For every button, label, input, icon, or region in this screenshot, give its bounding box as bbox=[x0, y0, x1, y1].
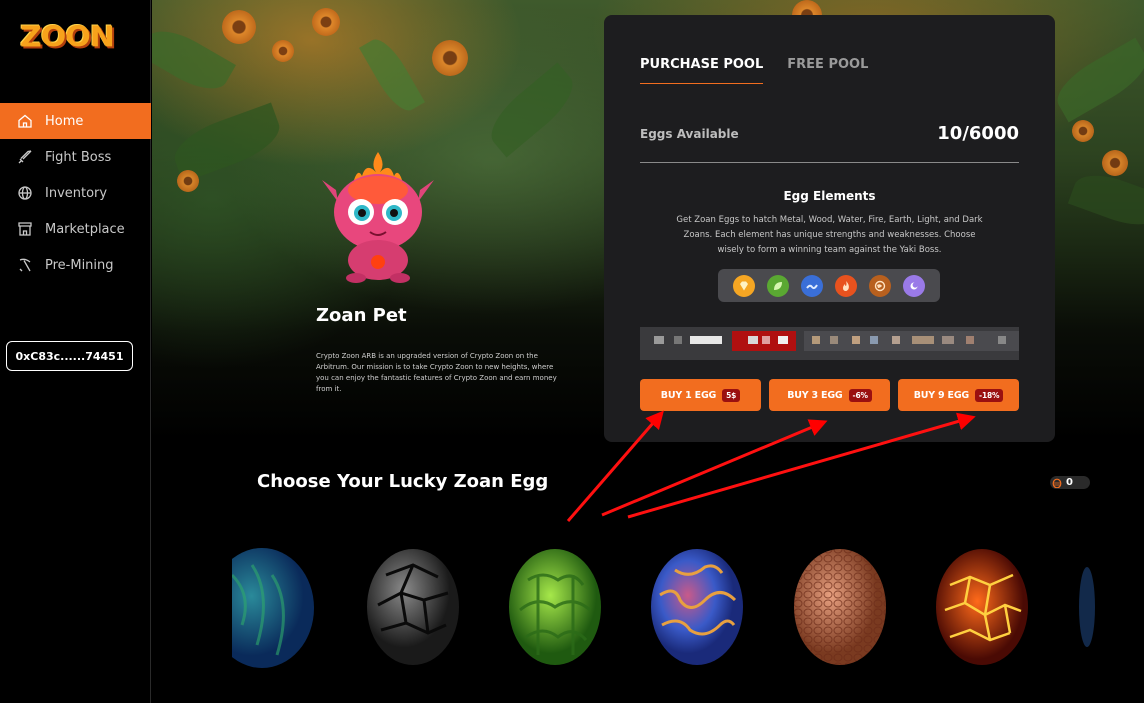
flower-decoration bbox=[432, 40, 468, 76]
water-egg[interactable] bbox=[650, 545, 745, 667]
egg-counter: 0 bbox=[1050, 476, 1090, 489]
sidebar-item-marketplace[interactable]: Marketplace bbox=[0, 211, 151, 247]
partial-egg[interactable] bbox=[1077, 545, 1097, 667]
buy-button-label: BUY 9 EGG bbox=[913, 389, 970, 401]
tab-free-pool[interactable]: FREE POOL bbox=[787, 57, 868, 84]
leaf-decoration bbox=[1048, 37, 1144, 123]
buy-3-egg-button[interactable]: BUY 3 EGG -6% bbox=[769, 379, 890, 411]
buy-button-label: BUY 3 EGG bbox=[787, 389, 843, 401]
wallet-button[interactable]: 0xC83c......74451 bbox=[6, 341, 133, 371]
sidebar-item-label: Fight Boss bbox=[45, 149, 112, 165]
sidebar: ZOON Home Fight Boss Inventory Marketpla… bbox=[0, 0, 151, 703]
flower-decoration bbox=[1102, 150, 1128, 176]
main-content: Zoan Pet Crypto Zoon ARB is an upgraded … bbox=[152, 0, 1144, 703]
egg-count: 0 bbox=[1066, 477, 1073, 488]
flower-decoration bbox=[177, 170, 199, 192]
leaf-icon bbox=[767, 274, 789, 297]
earth-icon bbox=[869, 274, 891, 297]
buy-buttons: BUY 1 EGG 5$ BUY 3 EGG -6% BUY 9 EGG -18… bbox=[640, 379, 1019, 411]
sidebar-item-pre-mining[interactable]: Pre-Mining bbox=[0, 247, 151, 283]
discount-badge: -18% bbox=[975, 388, 1004, 402]
discount-badge: -6% bbox=[848, 388, 872, 402]
eggs-available-value: 10/6000 bbox=[937, 123, 1019, 144]
pool-tabs: PURCHASE POOL FREE POOL bbox=[640, 57, 892, 84]
eggs-available-label: Eggs Available bbox=[640, 127, 739, 141]
home-icon bbox=[17, 113, 33, 129]
zoon-logo[interactable]: ZOON bbox=[20, 21, 115, 54]
sidebar-nav: Home Fight Boss Inventory Marketplace Pr… bbox=[0, 103, 151, 283]
egg-elements-title: Egg Elements bbox=[783, 189, 876, 203]
flower-decoration bbox=[1072, 120, 1094, 142]
sidebar-item-label: Home bbox=[45, 113, 84, 129]
sidebar-item-home[interactable]: Home bbox=[0, 103, 151, 139]
flower-decoration bbox=[222, 10, 256, 44]
buy-1-egg-button[interactable]: BUY 1 EGG 5$ bbox=[640, 379, 761, 411]
sidebar-item-fight-boss[interactable]: Fight Boss bbox=[0, 139, 151, 175]
wave-icon bbox=[801, 274, 823, 297]
leaf-decoration bbox=[359, 32, 425, 118]
store-icon bbox=[17, 221, 33, 237]
pickaxe-icon bbox=[17, 257, 33, 273]
zoan-pet-image bbox=[322, 152, 434, 283]
price-badge: 5$ bbox=[722, 388, 741, 402]
wood-egg[interactable] bbox=[508, 545, 603, 667]
sidebar-item-label: Pre-Mining bbox=[45, 257, 114, 273]
purchase-panel: PURCHASE POOL FREE POOL Eggs Available 1… bbox=[604, 15, 1055, 442]
tab-purchase-pool[interactable]: PURCHASE POOL bbox=[640, 57, 764, 84]
flame-icon bbox=[835, 274, 857, 297]
egg-icon bbox=[1052, 478, 1062, 488]
leaf-decoration bbox=[480, 62, 584, 158]
pet-description: Crypto Zoon ARB is an upgraded version o… bbox=[316, 352, 557, 393]
earth-egg[interactable] bbox=[793, 545, 888, 667]
leaf-decoration bbox=[1067, 165, 1144, 235]
sidebar-item-label: Inventory bbox=[45, 185, 108, 201]
sidebar-item-label: Marketplace bbox=[45, 221, 125, 237]
fire-egg[interactable] bbox=[935, 545, 1030, 667]
flower-decoration bbox=[312, 8, 340, 36]
blurred-content bbox=[640, 327, 1019, 360]
globe-icon bbox=[17, 185, 33, 201]
divider bbox=[640, 162, 1019, 163]
diamond-icon bbox=[733, 274, 755, 297]
sidebar-item-inventory[interactable]: Inventory bbox=[0, 175, 151, 211]
egg-elements-description: Get Zoan Eggs to hatch Metal, Wood, Wate… bbox=[676, 215, 983, 255]
element-icons-bar bbox=[718, 269, 940, 302]
sword-icon bbox=[17, 149, 33, 165]
egg-section-title: Choose Your Lucky Zoan Egg bbox=[257, 471, 549, 492]
flower-decoration bbox=[272, 40, 294, 62]
buy-button-label: BUY 1 EGG bbox=[660, 389, 717, 401]
pet-title: Zoan Pet bbox=[316, 305, 407, 326]
metal-egg[interactable] bbox=[366, 545, 461, 667]
buy-9-egg-button[interactable]: BUY 9 EGG -18% bbox=[898, 379, 1019, 411]
light-icon bbox=[903, 274, 925, 297]
blue-egg[interactable] bbox=[232, 545, 317, 670]
